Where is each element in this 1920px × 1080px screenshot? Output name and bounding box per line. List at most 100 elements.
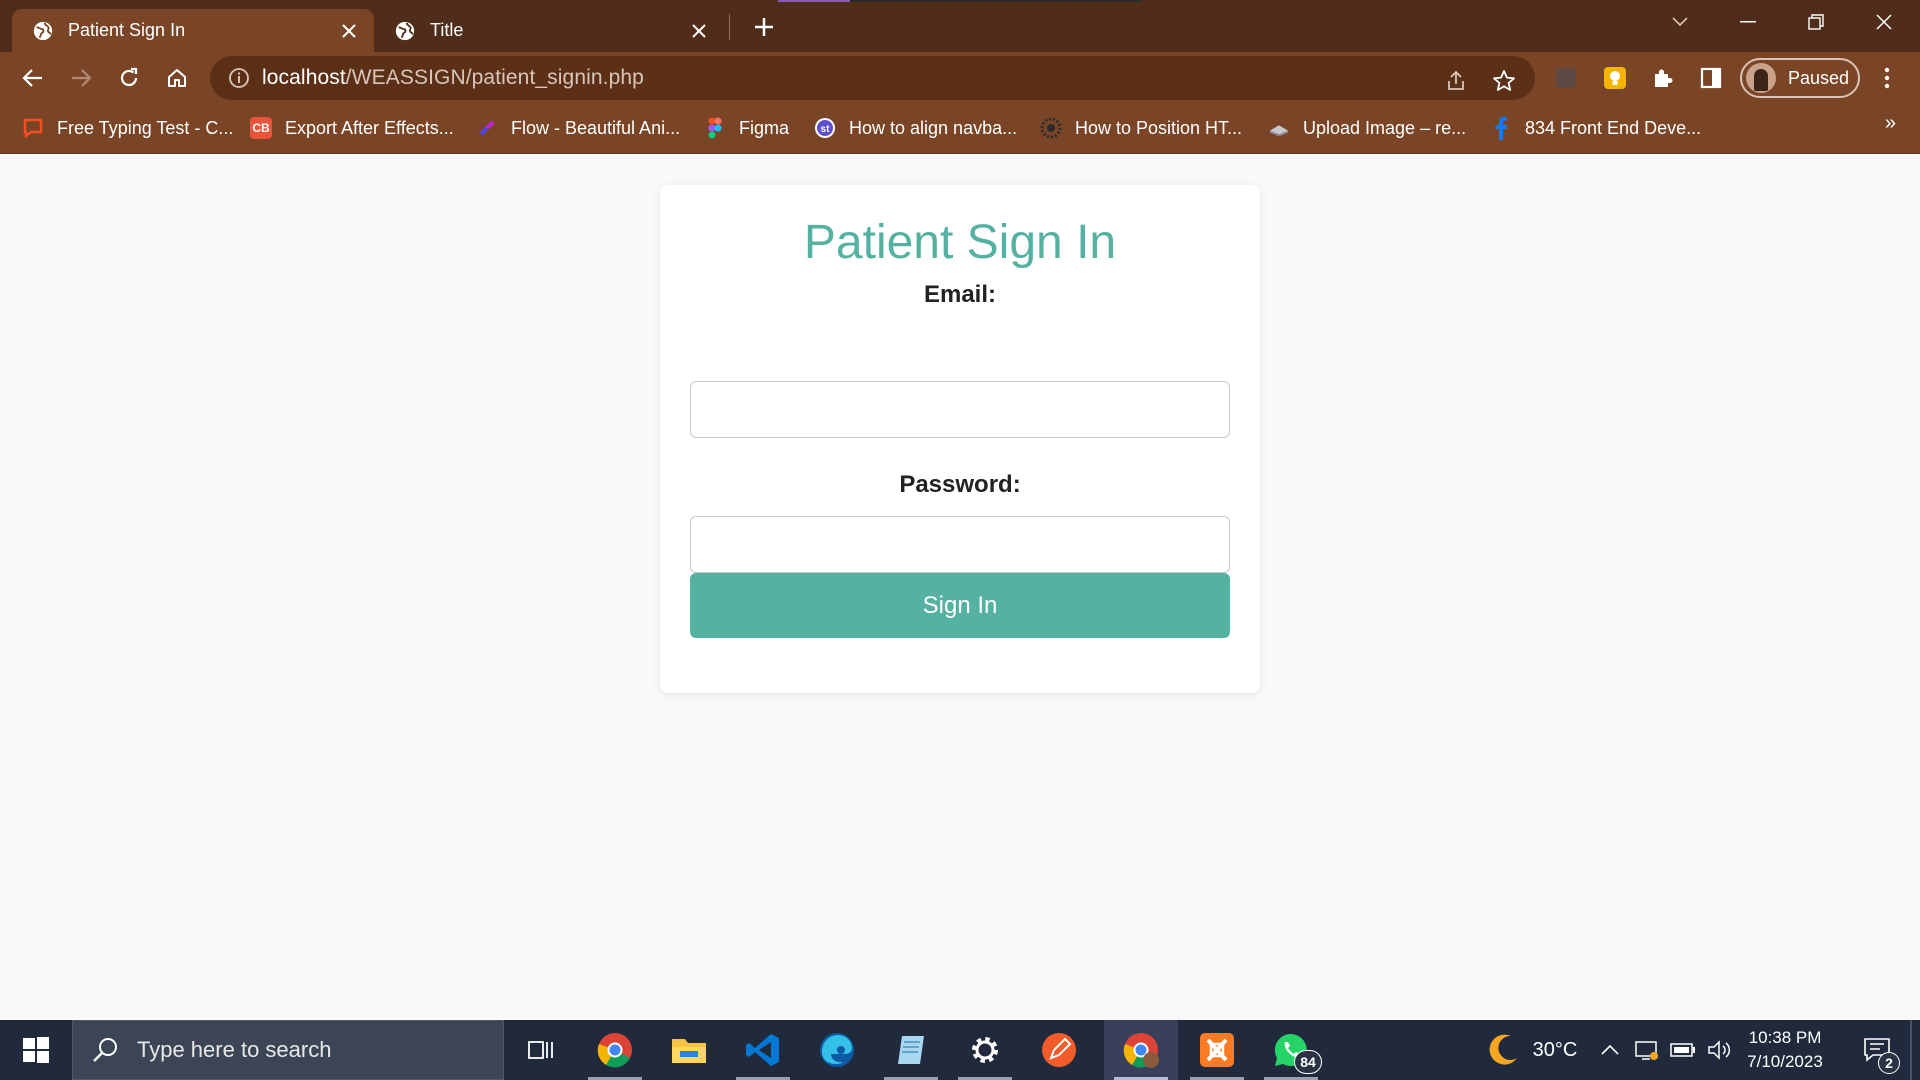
bulb-extension-icon xyxy=(1604,67,1626,89)
restore-icon xyxy=(1808,14,1824,30)
close-tab-icon[interactable] xyxy=(338,20,360,42)
display-tray-icon[interactable] xyxy=(1630,1020,1664,1080)
taskbar-file-explorer[interactable] xyxy=(652,1020,726,1080)
flow-icon xyxy=(476,117,498,139)
show-desktop-button[interactable] xyxy=(1910,1020,1912,1080)
start-button[interactable] xyxy=(0,1020,72,1080)
forward-button[interactable] xyxy=(66,63,96,93)
weather-temperature: 30°C xyxy=(1532,1038,1578,1061)
bookmark-label: How to Position HT... xyxy=(1075,117,1243,138)
share-button[interactable] xyxy=(1442,67,1470,95)
search-placeholder: Type here to search xyxy=(137,1037,332,1062)
tab-title: Patient Sign In xyxy=(68,20,186,40)
edge-icon xyxy=(820,1033,854,1067)
clock-date: 7/10/2023 xyxy=(1747,1052,1823,1071)
facebook-icon xyxy=(1490,116,1512,140)
bookmark-figma[interactable]: Figma xyxy=(704,114,789,142)
bookmark-free-typing-test[interactable]: Free Typing Test - C... xyxy=(22,114,233,142)
page-body: Patient Sign In Email: Password: Sign In xyxy=(0,155,1920,1020)
taskbar-xampp[interactable] xyxy=(1180,1020,1254,1080)
more-bookmarks-button[interactable]: » xyxy=(1885,112,1896,135)
show-hidden-icons-button[interactable] xyxy=(1596,1020,1624,1080)
bookmark-label: Export After Effects... xyxy=(285,117,454,138)
taskbar-chrome[interactable] xyxy=(578,1020,652,1080)
tab-separator xyxy=(729,14,730,40)
more-vertical-icon xyxy=(1884,67,1890,89)
extensions-button[interactable] xyxy=(1650,65,1676,91)
svg-text:st: st xyxy=(821,124,831,135)
address-bar[interactable]: localhost/WEASSIGN/patient_signin.php xyxy=(210,56,1535,100)
minimize-button[interactable] xyxy=(1728,8,1768,36)
bookmark-label: Flow - Beautiful Ani... xyxy=(511,117,681,138)
taskbar-edge[interactable] xyxy=(800,1020,874,1080)
bookmark-export-after-effects[interactable]: CB Export After Effects... xyxy=(250,114,454,142)
pen-tool-icon xyxy=(1042,1033,1076,1067)
password-field[interactable] xyxy=(690,516,1230,573)
url-path: /WEASSIGN/patient_signin.php xyxy=(345,66,644,89)
bookmark-front-end-dev[interactable]: 834 Front End Deve... xyxy=(1490,114,1701,142)
taskbar-whatsapp[interactable]: 84 xyxy=(1254,1020,1328,1080)
close-tab-icon[interactable] xyxy=(688,20,710,42)
globe-icon xyxy=(33,21,53,40)
signin-card: Patient Sign In Email: Password: Sign In xyxy=(660,185,1260,693)
taskbar-chrome-profile[interactable] xyxy=(1104,1020,1178,1080)
tab-patient-sign-in[interactable]: Patient Sign In xyxy=(12,9,374,52)
back-button[interactable] xyxy=(18,63,48,93)
bookmark-align-navbar[interactable]: st How to align navba... xyxy=(814,114,1017,142)
extension-grey-button[interactable] xyxy=(1553,65,1579,91)
info-icon[interactable] xyxy=(228,67,250,89)
extension-grey-icon xyxy=(1556,68,1576,88)
chrome-profile-icon xyxy=(1123,1033,1159,1068)
battery-tray-icon[interactable] xyxy=(1666,1020,1700,1080)
extension-yellow-button[interactable] xyxy=(1602,65,1628,91)
tab-title: Title xyxy=(430,20,464,40)
taskbar-search[interactable]: Type here to search xyxy=(72,1020,504,1080)
display-icon xyxy=(1635,1041,1658,1060)
task-view-button[interactable] xyxy=(504,1020,578,1080)
taskbar-pen-app[interactable] xyxy=(1022,1020,1096,1080)
side-panel-button[interactable] xyxy=(1698,65,1724,91)
taskbar-vscode[interactable] xyxy=(726,1020,800,1080)
search-icon xyxy=(93,1038,117,1062)
notification-count-badge: 2 xyxy=(1878,1052,1900,1074)
notification-center-button[interactable]: 2 xyxy=(1852,1020,1902,1080)
tab-search-button[interactable] xyxy=(1660,8,1700,36)
chevron-up-icon xyxy=(1601,1045,1619,1055)
plus-icon xyxy=(755,18,773,36)
battery-icon xyxy=(1670,1043,1695,1057)
restore-button[interactable] xyxy=(1796,8,1836,36)
notification-badge: 84 xyxy=(1294,1050,1322,1074)
gear-logo-icon xyxy=(1040,117,1062,139)
profile-button[interactable]: Paused xyxy=(1740,58,1860,98)
chevron-down-icon xyxy=(1672,17,1688,27)
clock[interactable]: 10:38 PM 7/10/2023 xyxy=(1730,1026,1840,1074)
browser-menu-button[interactable] xyxy=(1874,65,1900,91)
windows-logo-icon xyxy=(23,1037,49,1063)
minimize-icon xyxy=(1740,21,1756,23)
tab-group-accent xyxy=(778,0,850,2)
cb-icon: CB xyxy=(250,117,272,139)
email-field[interactable] xyxy=(690,381,1230,438)
sign-in-button[interactable]: Sign In xyxy=(690,573,1230,638)
taskbar-notepad[interactable] xyxy=(874,1020,948,1080)
bookmark-upload-image[interactable]: Upload Image – re... xyxy=(1268,114,1466,142)
bookmark-position-html[interactable]: How to Position HT... xyxy=(1040,114,1242,142)
taskbar-settings[interactable] xyxy=(948,1020,1022,1080)
bookmark-star-button[interactable] xyxy=(1490,67,1518,95)
clock-time: 10:38 PM xyxy=(1748,1028,1822,1047)
url-text[interactable]: localhost/WEASSIGN/patient_signin.php xyxy=(262,66,644,90)
arrow-left-icon xyxy=(22,69,42,87)
avatar xyxy=(1746,63,1776,93)
weather-widget[interactable]: 30°C xyxy=(1466,1020,1596,1080)
new-tab-button[interactable] xyxy=(750,13,778,41)
reload-button[interactable] xyxy=(114,63,144,93)
bookmark-flow[interactable]: Flow - Beautiful Ani... xyxy=(476,114,680,142)
bookmarks-bar: Free Typing Test - C... CB Export After … xyxy=(0,104,1920,154)
home-button[interactable] xyxy=(162,63,192,93)
profile-status: Paused xyxy=(1788,67,1850,88)
close-window-button[interactable] xyxy=(1864,8,1904,36)
bookmark-label: 834 Front End Deve... xyxy=(1525,117,1702,138)
st-icon: st xyxy=(814,117,836,139)
tab-title-page[interactable]: Title xyxy=(374,9,724,52)
password-label: Password: xyxy=(899,471,1021,498)
